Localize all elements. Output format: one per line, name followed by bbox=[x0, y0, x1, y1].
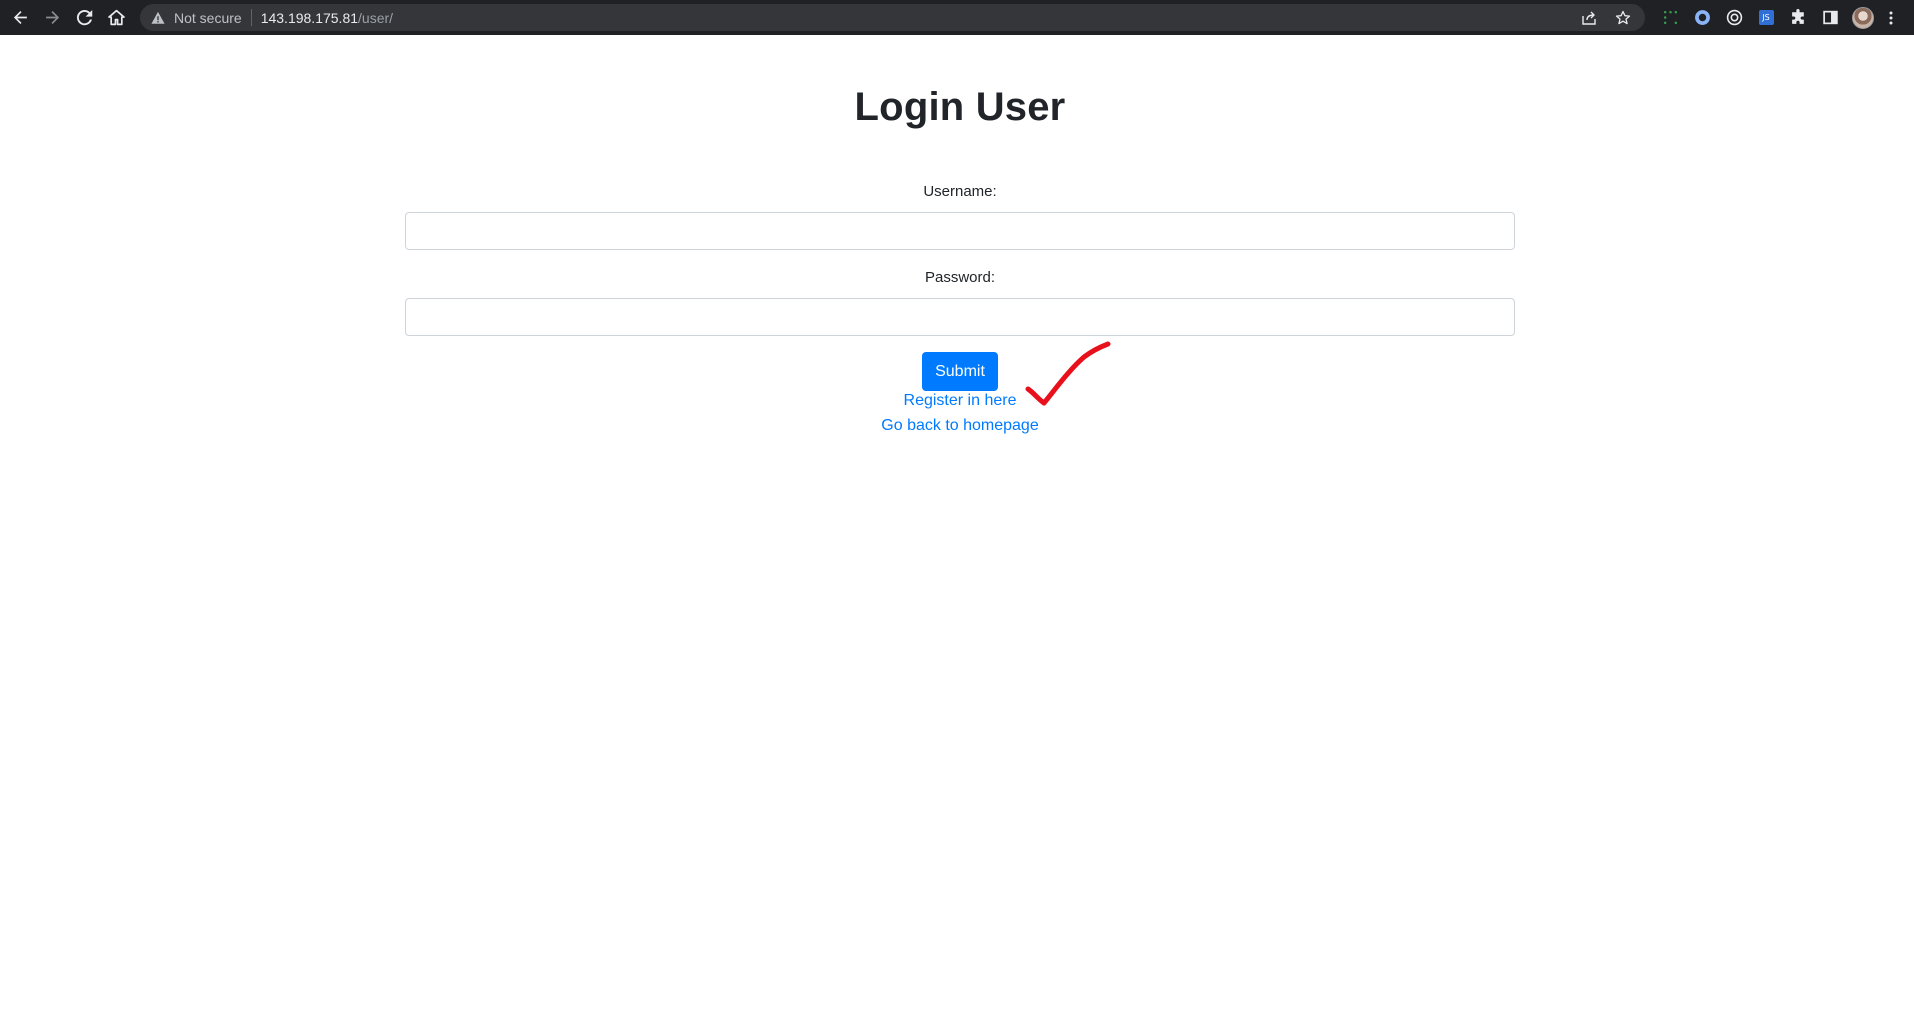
register-link[interactable]: Register in here bbox=[904, 392, 1017, 409]
share-icon[interactable] bbox=[1581, 10, 1597, 26]
forward-button[interactable] bbox=[36, 0, 68, 35]
password-input[interactable] bbox=[405, 298, 1515, 336]
page-title: Login User bbox=[854, 85, 1066, 129]
warning-icon bbox=[151, 11, 165, 24]
url-host: 143.198.175.81 bbox=[260, 9, 359, 26]
js-icon: JS bbox=[1758, 10, 1774, 25]
reload-button[interactable] bbox=[68, 0, 100, 35]
extension-target-icon[interactable] bbox=[1724, 8, 1744, 28]
red-checkmark-icon bbox=[1025, 341, 1111, 406]
username-input[interactable] bbox=[405, 212, 1515, 250]
submit-button[interactable]: Submit bbox=[922, 352, 998, 391]
page-content: Login User Username: Password: Submit Re… bbox=[0, 35, 1914, 1029]
extensions-area: JS bbox=[1660, 0, 1896, 35]
arrow-left-icon bbox=[13, 11, 27, 24]
arrow-right-icon bbox=[45, 11, 59, 24]
reload-icon bbox=[76, 9, 92, 26]
home-button[interactable] bbox=[100, 0, 132, 35]
address-bar[interactable]: Not secure 143.198.175.81/user/ bbox=[140, 4, 1645, 31]
bookmark-star-icon[interactable] bbox=[1615, 10, 1631, 26]
extension-dotted-icon[interactable] bbox=[1660, 8, 1680, 28]
side-panel-icon[interactable] bbox=[1820, 8, 1840, 28]
extensions-puzzle-icon[interactable] bbox=[1788, 8, 1808, 28]
register-link-row: Register in here bbox=[0, 392, 1914, 410]
url-divider bbox=[250, 9, 252, 26]
menu-kebab-icon[interactable] bbox=[1886, 8, 1896, 28]
profile-avatar[interactable] bbox=[1852, 6, 1874, 29]
homepage-link-row: Go back to homepage bbox=[0, 417, 1914, 435]
home-icon bbox=[107, 9, 125, 26]
homepage-link[interactable]: Go back to homepage bbox=[881, 417, 1038, 434]
back-button[interactable] bbox=[4, 0, 36, 35]
extension-circle-icon[interactable] bbox=[1692, 8, 1712, 28]
url-path: /user/ bbox=[358, 9, 394, 26]
extension-js-icon[interactable]: JS bbox=[1756, 8, 1776, 28]
password-label: Password: bbox=[924, 269, 996, 286]
browser-toolbar: Not secure 143.198.175.81/user/ JS bbox=[0, 0, 1914, 35]
username-label: Username: bbox=[923, 183, 997, 200]
security-status[interactable]: Not secure bbox=[174, 10, 242, 26]
